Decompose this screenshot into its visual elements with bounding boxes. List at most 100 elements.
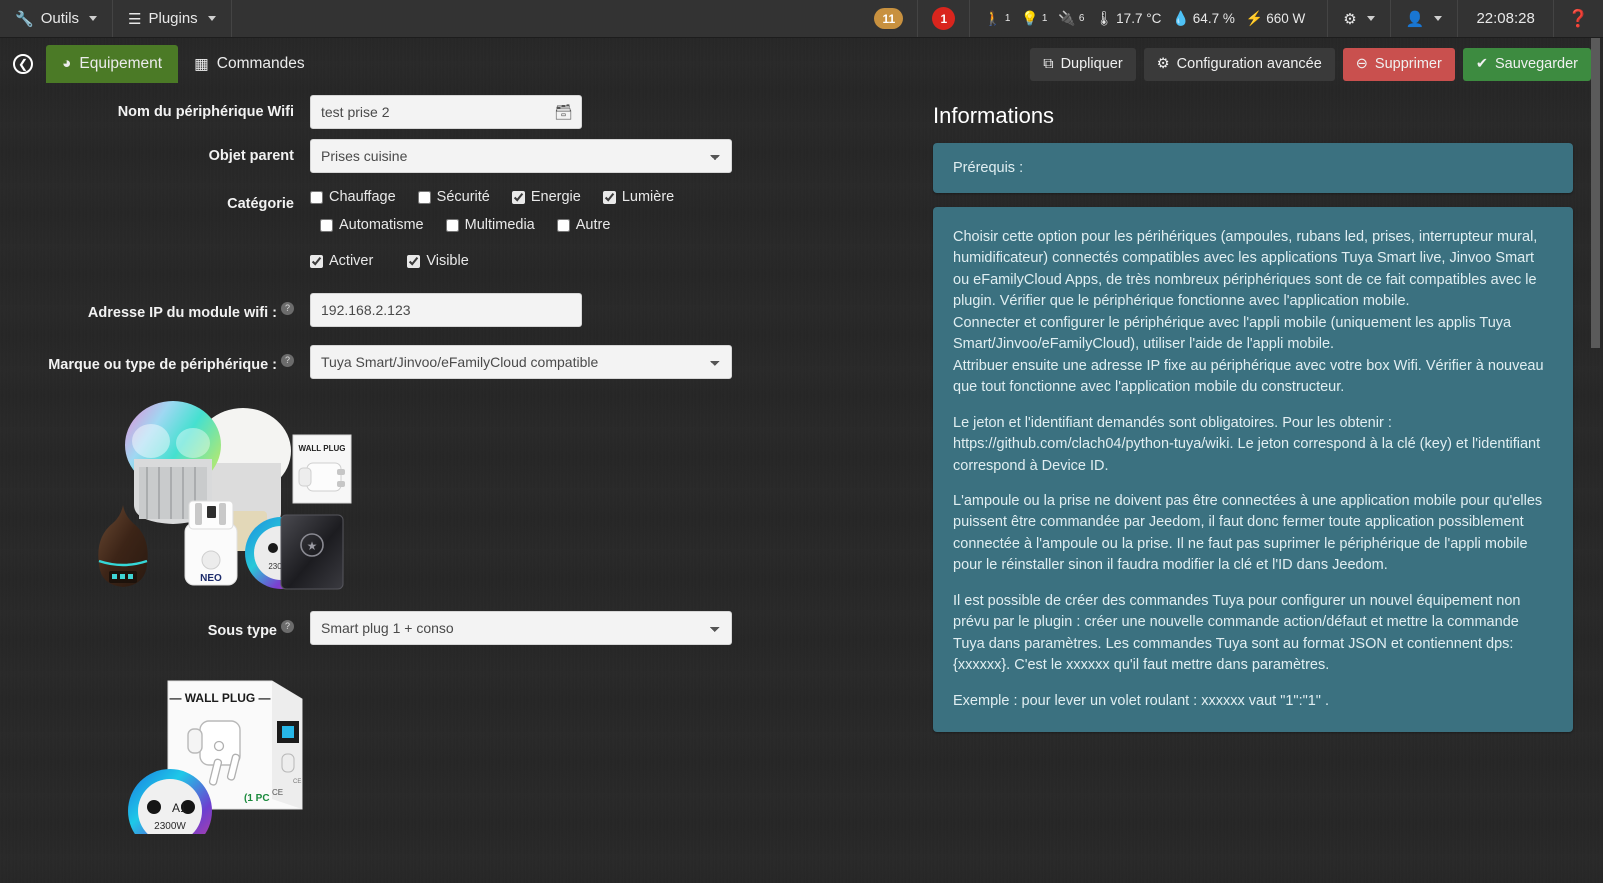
menu-outils-label: Outils	[40, 10, 80, 27]
thermometer-icon: 🌡	[1095, 10, 1114, 26]
checkbox-chauffage[interactable]: Chauffage	[310, 189, 396, 205]
plug-icon: 🔌	[1058, 10, 1076, 26]
device-photo-2-wrapper: — WALL PLUG — CE CE (1 PC A1 2300W	[112, 659, 905, 834]
info-paragraph-1: Choisir cette option pour les périhériqu…	[953, 229, 1544, 396]
parent-label: Objet parent	[208, 148, 294, 164]
checkbox-energie-input[interactable]	[511, 190, 525, 204]
checkbox-securite[interactable]: Sécurité	[417, 189, 490, 205]
subtype-select[interactable]: Smart plug 1 + conso	[310, 611, 732, 645]
menu-plugins-label: Plugins	[148, 10, 198, 27]
user-menu[interactable]: 👤	[1391, 0, 1459, 37]
checkbox-automatisme[interactable]: Automatisme	[320, 217, 424, 233]
brand-label-text: Marque ou type de périphérique :	[48, 356, 277, 373]
help-icon[interactable]: ❓	[1554, 0, 1603, 37]
checkbox-lumiere-input[interactable]	[602, 190, 616, 204]
copy-icon: ⧉	[1043, 56, 1054, 72]
question-mark-icon[interactable]: ?	[281, 302, 294, 315]
table-icon: ▦	[194, 55, 209, 73]
duplicate-button-label: Dupliquer	[1060, 56, 1123, 72]
checkbox-automatisme-input[interactable]	[320, 218, 333, 232]
checkbox-autre-input[interactable]	[556, 218, 570, 232]
menu-outils[interactable]: 🔧 Outils	[0, 0, 114, 37]
brand-label: Marque ou type de périphérique :?	[0, 345, 310, 374]
svg-text:★: ★	[307, 539, 318, 553]
people-count: 1	[1004, 13, 1011, 24]
svg-text:(1 PC: (1 PC	[244, 793, 270, 804]
id-card-icon[interactable]: 🗃	[554, 103, 573, 121]
back-arrow-icon: ❮	[13, 54, 33, 74]
gears-icon: ⚙	[1343, 10, 1357, 28]
checkbox-activer-input[interactable]	[310, 254, 323, 268]
ip-input[interactable]	[310, 293, 582, 327]
checkbox-securite-input[interactable]	[417, 190, 431, 204]
ip-label-text: Adresse IP du module wifi :	[87, 304, 277, 321]
menu-plugins[interactable]: ☰ Plugins	[113, 0, 232, 37]
brand-control: Tuya Smart/Jinvoo/eFamilyCloud compatibl…	[310, 345, 905, 379]
droplet-icon: 💧	[1172, 10, 1190, 26]
subtype-label: Sous type?	[0, 611, 310, 640]
tab-equipement-label: Equipement	[79, 55, 163, 72]
page-scrollbar-track[interactable]	[1588, 38, 1603, 883]
advanced-configuration-label: Configuration avancée	[1176, 56, 1322, 72]
checkbox-multimedia[interactable]: Multimedia	[445, 217, 535, 233]
alert-badge[interactable]: 1	[932, 7, 956, 30]
category-control: Chauffage Sécurité Energie Lumière Autom…	[310, 183, 905, 275]
settings-menu[interactable]: ⚙	[1328, 0, 1391, 37]
chevron-down-icon	[89, 16, 98, 21]
checkbox-autre[interactable]: Autre	[556, 217, 611, 233]
ip-control	[310, 293, 905, 327]
dashboard-icon: ◕	[62, 55, 72, 72]
info-paragraph-3: L'ampoule ou la prise ne doivent pas êtr…	[953, 492, 1543, 574]
plug-count: 6	[1078, 13, 1085, 24]
checkbox-visible-input[interactable]	[407, 254, 421, 268]
delete-button[interactable]: ⊖ Supprimer	[1342, 47, 1455, 81]
name-input[interactable]	[310, 95, 582, 129]
summary-lights: 💡 1	[1021, 10, 1047, 27]
field-row-category: Catégorie Chauffage Sécurité Energie Lum…	[0, 183, 905, 275]
back-button[interactable]: ❮	[0, 54, 46, 74]
checkbox-visible[interactable]: Visible	[407, 253, 469, 269]
checkbox-automatisme-label: Automatisme	[339, 217, 424, 233]
brand-select[interactable]: Tuya Smart/Jinvoo/eFamilyCloud compatibl…	[310, 345, 732, 379]
svg-text:2300W: 2300W	[154, 821, 186, 832]
subtype-control: Smart plug 1 + conso	[310, 611, 905, 645]
field-row-ip: Adresse IP du module wifi :?	[0, 293, 905, 327]
checkbox-multimedia-label: Multimedia	[464, 217, 535, 233]
svg-text:WALL PLUG: WALL PLUG	[299, 444, 346, 453]
message-badge-cell[interactable]: 11	[860, 0, 919, 37]
svg-text:NEO: NEO	[200, 573, 222, 584]
clock: 22:08:28	[1458, 0, 1554, 37]
message-badge[interactable]: 11	[874, 8, 904, 29]
page-scrollbar-thumb[interactable]	[1591, 38, 1600, 348]
advanced-configuration-button[interactable]: ⚙ Configuration avancée	[1143, 47, 1335, 81]
question-mark-icon[interactable]: ?	[281, 354, 294, 367]
question-mark-icon[interactable]: ?	[281, 620, 294, 633]
category-checkbox-row-2: Automatisme Multimedia Autre	[310, 211, 905, 239]
checkbox-energie[interactable]: Energie	[511, 189, 581, 205]
bolt-icon: ⚡	[1245, 10, 1264, 26]
checkbox-autre-label: Autre	[575, 217, 611, 233]
checkbox-activer[interactable]: Activer	[310, 253, 373, 269]
checkbox-chauffage-input[interactable]	[310, 190, 323, 204]
duplicate-button[interactable]: ⧉ Dupliquer	[1030, 47, 1136, 81]
tab-equipement[interactable]: ◕ Equipement	[46, 45, 179, 83]
save-button[interactable]: ✔ Sauvegarder	[1462, 47, 1591, 81]
tuya-compatible-devices-photo: NEO A1 2300W WALL PLUG ★	[98, 401, 352, 590]
delete-button-label: Supprimer	[1374, 56, 1442, 72]
parent-select[interactable]: Prises cuisine	[310, 139, 732, 173]
temperature-value: 17.7 °C	[1116, 11, 1162, 26]
chevron-down-icon	[1434, 16, 1443, 21]
checkbox-lumiere[interactable]: Lumière	[602, 189, 674, 205]
svg-text:CE: CE	[293, 779, 301, 785]
tab-commandes[interactable]: ▦ Commandes	[178, 45, 321, 83]
alert-badge-cell[interactable]: 1	[918, 0, 971, 37]
subtype-label-text: Sous type	[207, 622, 277, 639]
checkbox-visible-label: Visible	[426, 253, 469, 269]
checkbox-multimedia-input[interactable]	[445, 218, 459, 232]
category-checkbox-row-1: Chauffage Sécurité Energie Lumière	[310, 183, 905, 211]
info-paragraph-5: Exemple : pour lever un volet roulant : …	[953, 692, 1330, 709]
summary-people: 🚶 1	[984, 10, 1010, 27]
category-label: Catégorie	[227, 196, 294, 212]
prerequisites-label: Prérequis :	[953, 160, 1024, 176]
